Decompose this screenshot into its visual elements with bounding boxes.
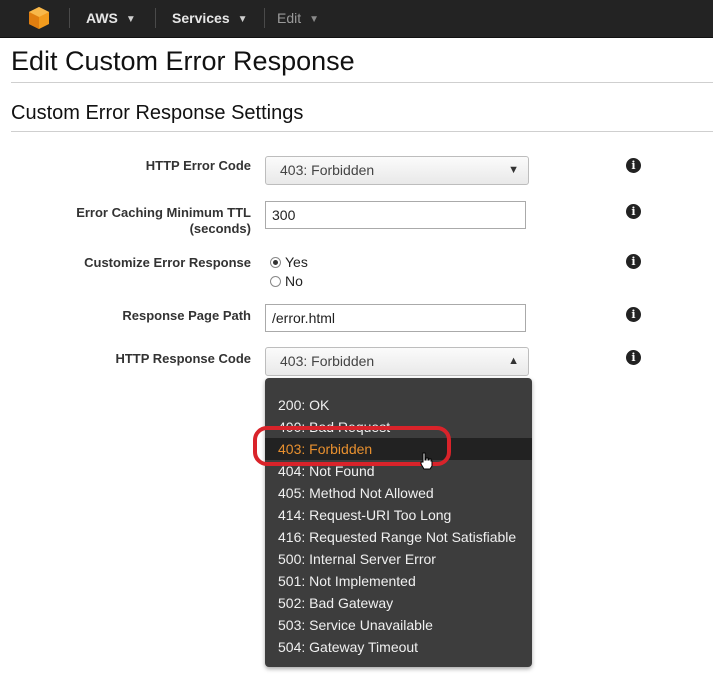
radio-option-yes[interactable]: Yes bbox=[270, 253, 308, 271]
http-response-code-select[interactable]: 403: Forbidden ▲ bbox=[265, 347, 529, 376]
http-error-code-select[interactable]: 403: Forbidden ▼ bbox=[265, 156, 529, 185]
radio-option-no[interactable]: No bbox=[270, 272, 303, 290]
info-icon[interactable]: i bbox=[626, 254, 641, 269]
dropdown-option-414[interactable]: 414: Request-URI Too Long bbox=[265, 504, 532, 526]
http-response-code-label: HTTP Response Code bbox=[115, 351, 251, 366]
dropdown-option-500[interactable]: 500: Internal Server Error bbox=[265, 548, 532, 570]
nav-divider bbox=[155, 8, 156, 28]
http-response-code-value: 403: Forbidden bbox=[280, 353, 375, 369]
ttl-input[interactable] bbox=[265, 201, 526, 229]
info-icon[interactable]: i bbox=[626, 204, 641, 219]
page-title: Edit Custom Error Response bbox=[11, 46, 355, 76]
dropdown-option-416[interactable]: 416: Requested Range Not Satisfiable bbox=[265, 526, 532, 548]
divider bbox=[11, 131, 713, 132]
services-menu-label: Services bbox=[172, 10, 230, 26]
ttl-label-line2: (seconds) bbox=[189, 221, 251, 236]
ttl-label-line1: Error Caching Minimum TTL bbox=[76, 205, 251, 220]
info-icon[interactable]: i bbox=[626, 307, 641, 322]
dropdown-option-504[interactable]: 504: Gateway Timeout bbox=[265, 636, 532, 658]
dropdown-option-502[interactable]: 502: Bad Gateway bbox=[265, 592, 532, 614]
top-navigation-bar: AWS ▼ Services ▼ Edit ▼ bbox=[0, 0, 713, 38]
dropdown-option-503[interactable]: 503: Service Unavailable bbox=[265, 614, 532, 636]
radio-button-checked[interactable] bbox=[270, 257, 281, 268]
dropdown-option-200[interactable]: 200: OK bbox=[265, 394, 532, 416]
chevron-down-icon: ▼ bbox=[508, 164, 519, 176]
radio-no-label: No bbox=[285, 273, 303, 289]
customize-error-response-label: Customize Error Response bbox=[84, 255, 251, 270]
nav-divider bbox=[264, 8, 265, 28]
ttl-label: Error Caching Minimum TTL (seconds) bbox=[76, 205, 251, 237]
http-error-code-label: HTTP Error Code bbox=[145, 158, 251, 173]
section-title: Custom Error Response Settings bbox=[11, 102, 304, 124]
edit-menu-label: Edit bbox=[277, 10, 302, 26]
aws-menu[interactable]: AWS ▼ bbox=[86, 0, 136, 37]
hand-cursor-icon bbox=[420, 452, 433, 470]
divider bbox=[11, 82, 713, 83]
response-page-path-input[interactable] bbox=[265, 304, 526, 332]
chevron-down-icon: ▼ bbox=[125, 14, 136, 25]
radio-button[interactable] bbox=[270, 276, 281, 287]
services-menu[interactable]: Services ▼ bbox=[172, 0, 248, 37]
edit-menu[interactable]: Edit ▼ bbox=[277, 0, 319, 37]
info-icon[interactable]: i bbox=[626, 350, 641, 365]
dropdown-option-405[interactable]: 405: Method Not Allowed bbox=[265, 482, 532, 504]
aws-menu-label: AWS bbox=[86, 10, 118, 26]
info-icon[interactable]: i bbox=[626, 158, 641, 173]
radio-yes-label: Yes bbox=[285, 254, 308, 270]
http-response-code-dropdown: 200: OK 400: Bad Request 403: Forbidden … bbox=[265, 378, 532, 667]
nav-divider bbox=[69, 8, 70, 28]
chevron-down-icon: ▼ bbox=[309, 14, 320, 25]
http-error-code-value: 403: Forbidden bbox=[280, 162, 375, 178]
chevron-up-icon: ▲ bbox=[508, 355, 519, 367]
response-page-path-label: Response Page Path bbox=[122, 308, 251, 323]
dropdown-option-501[interactable]: 501: Not Implemented bbox=[265, 570, 532, 592]
chevron-down-icon: ▼ bbox=[237, 14, 248, 25]
aws-logo-icon[interactable] bbox=[28, 6, 50, 30]
